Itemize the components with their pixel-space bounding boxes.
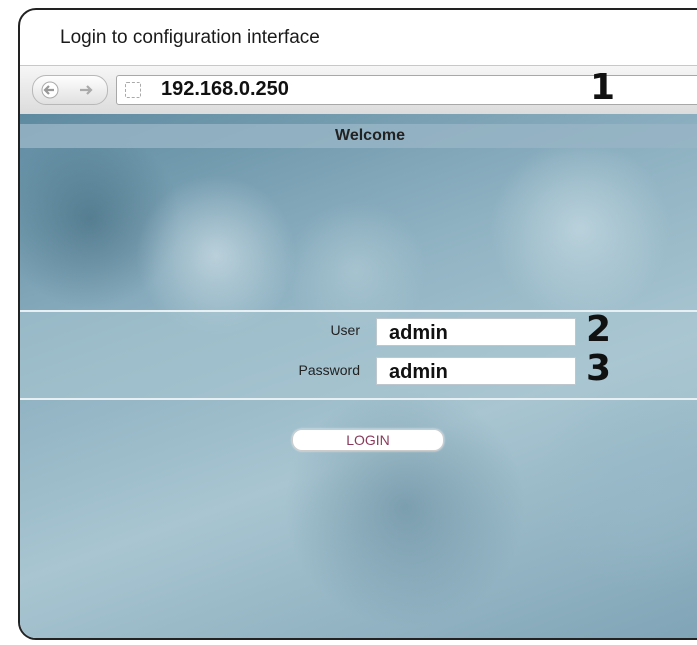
user-label: User [330,322,360,338]
back-arrow-icon[interactable] [39,81,61,99]
marker-1: 1 [590,67,616,108]
url-text: 192.168.0.250 [161,78,289,100]
caption-title: Login to configuration interface [60,27,320,48]
welcome-bar: Welcome [20,124,697,148]
password-input[interactable]: admin [376,357,576,385]
welcome-text: Welcome [335,127,405,144]
blank-page-icon [125,82,141,98]
forward-arrow-icon[interactable] [75,81,97,99]
password-label: Password [298,362,360,378]
nav-buttons [32,75,108,105]
marker-2: 2 [586,309,612,350]
login-button[interactable]: LOGIN [292,429,444,451]
marker-3: 3 [586,348,612,389]
user-input[interactable]: admin [376,318,576,346]
